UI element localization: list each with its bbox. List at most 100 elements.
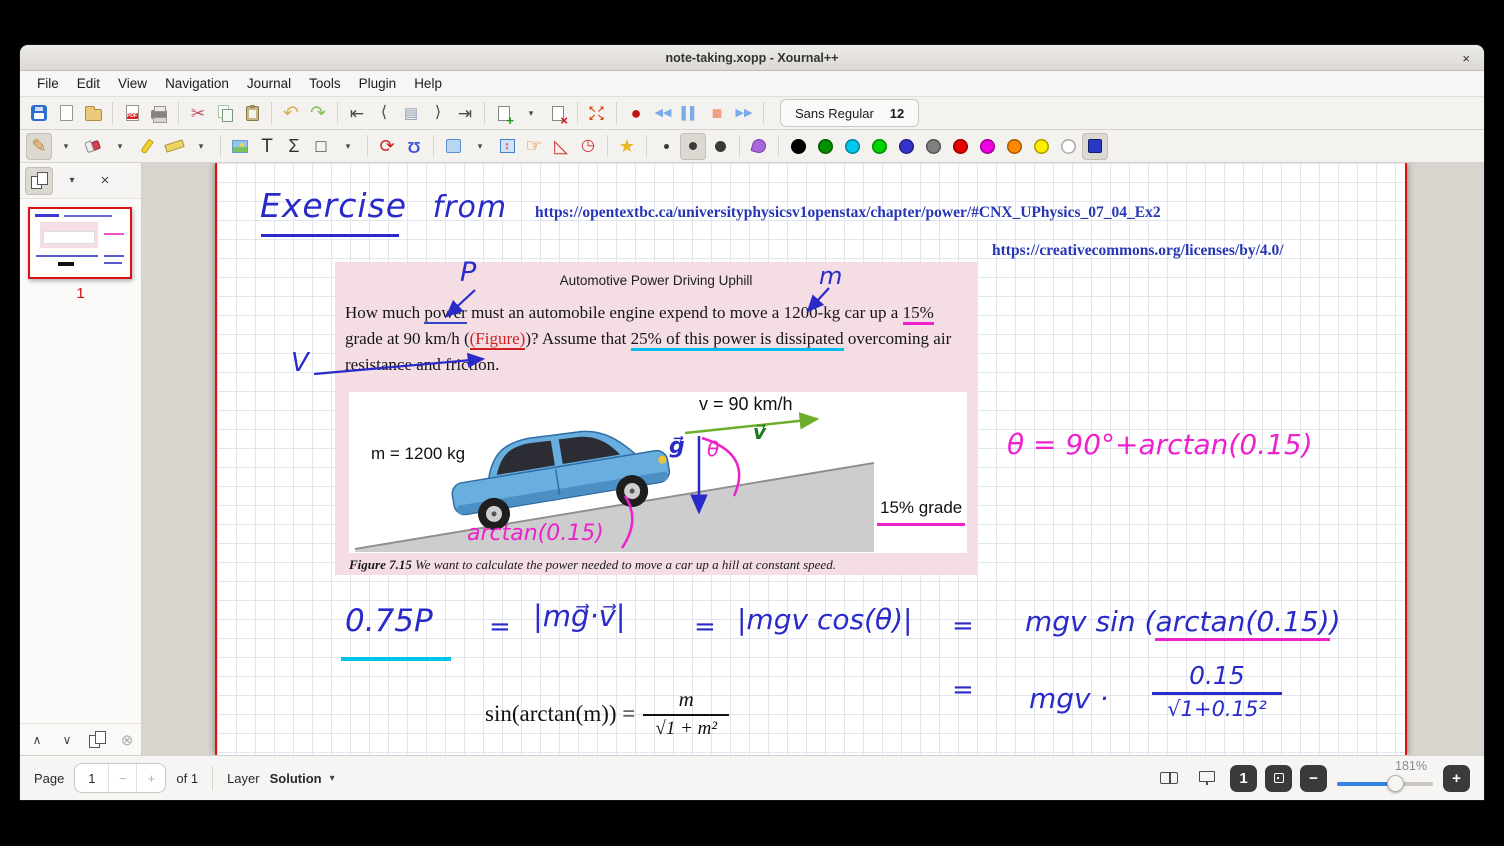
pen-button[interactable]: ✎	[26, 133, 52, 160]
color-yellow-button[interactable]	[1028, 133, 1054, 160]
presentation-mode-button[interactable]	[1192, 763, 1222, 793]
text-tool-button[interactable]: T	[254, 133, 280, 160]
page-increment-button[interactable]: +	[137, 764, 165, 792]
first-page-button[interactable]: ⇤	[344, 100, 370, 127]
previous-annotated-page-button[interactable]: ▤	[398, 100, 424, 127]
color-bright-green-button[interactable]	[866, 133, 892, 160]
sidebar-duplicate-button[interactable]	[83, 726, 111, 754]
vertical-space-button[interactable]	[494, 133, 520, 160]
fullscreen-button[interactable]	[584, 100, 610, 127]
page-number-input[interactable]: 1	[75, 764, 109, 792]
color-light-blue-button[interactable]	[839, 133, 865, 160]
menu-view[interactable]: View	[109, 76, 156, 91]
ruler-button[interactable]	[161, 133, 187, 160]
select-rectangle-button[interactable]	[440, 133, 466, 160]
rewind-button[interactable]: ◀◀	[650, 100, 676, 127]
sidebar-up-button[interactable]: ∧	[23, 726, 51, 754]
paste-button[interactable]	[239, 100, 265, 127]
forward-button[interactable]: ▶▶	[731, 100, 757, 127]
new-page-options-button[interactable]: ▾	[518, 100, 544, 127]
source-url[interactable]: https://opentextbc.ca/universityphysicsv…	[535, 204, 1161, 222]
last-page-button[interactable]: ⇥	[452, 100, 478, 127]
eraser-options-button[interactable]: ▾	[107, 133, 133, 160]
print-button[interactable]	[146, 100, 172, 127]
menu-navigation[interactable]: Navigation	[156, 76, 238, 91]
menu-file[interactable]: File	[28, 76, 68, 91]
menu-edit[interactable]: Edit	[68, 76, 109, 91]
color-black-button[interactable]	[785, 133, 811, 160]
sidebar-pages-tab[interactable]	[25, 167, 53, 195]
zoom-100-button[interactable]: 1	[1230, 765, 1257, 792]
stop-button[interactable]: ■	[704, 100, 730, 127]
menu-tools[interactable]: Tools	[300, 76, 350, 91]
undo-button[interactable]: ↶	[278, 100, 304, 127]
menu-plugin[interactable]: Plugin	[350, 76, 406, 91]
fill-button[interactable]	[746, 133, 772, 160]
color-picker-button[interactable]	[1082, 133, 1108, 160]
grid-snapping-button[interactable]: Ω	[401, 133, 427, 160]
font-selector-button[interactable]: Sans Regular12	[780, 99, 919, 127]
ruler-options-button[interactable]: ▾	[188, 133, 214, 160]
cut-button[interactable]: ✂	[185, 100, 211, 127]
highlighter-button[interactable]	[134, 133, 160, 160]
compass-button[interactable]: ◷	[575, 133, 601, 160]
thickness-thick-button[interactable]	[707, 133, 733, 160]
select-options-button[interactable]: ▾	[467, 133, 493, 160]
document-page[interactable]: Exercise from https://opentextbc.ca/univ…	[215, 163, 1407, 755]
save-button[interactable]	[26, 100, 52, 127]
new-page-after-button[interactable]	[491, 100, 517, 127]
default-tool-button[interactable]: ★	[614, 133, 640, 160]
color-magenta-button[interactable]	[974, 133, 1000, 160]
thickness-medium-icon	[689, 142, 697, 150]
export-pdf-button[interactable]	[119, 100, 145, 127]
pen-options-button[interactable]: ▾	[53, 133, 79, 160]
select-rectangle-icon	[446, 139, 461, 153]
color-green-button[interactable]	[812, 133, 838, 160]
record-audio-button[interactable]: ●	[623, 100, 649, 127]
menu-journal[interactable]: Journal	[238, 76, 300, 91]
redo-button[interactable]: ↷	[305, 100, 331, 127]
tex-tool-button[interactable]: Σ	[281, 133, 307, 160]
color-blue-button[interactable]	[893, 133, 919, 160]
rotation-snapping-button[interactable]: ⟳	[374, 133, 400, 160]
zoom-slider-track[interactable]	[1337, 782, 1433, 786]
next-page-button[interactable]: ⟩	[425, 100, 451, 127]
delete-page-button[interactable]	[545, 100, 571, 127]
color-red-button[interactable]	[947, 133, 973, 160]
zoom-fit-button[interactable]	[1265, 765, 1292, 792]
insert-image-button[interactable]	[227, 133, 253, 160]
zoom-in-button[interactable]: +	[1443, 765, 1470, 792]
zoom-slider-thumb[interactable]	[1387, 775, 1404, 792]
thickness-medium-button[interactable]	[680, 133, 706, 160]
color-gray-button[interactable]	[920, 133, 946, 160]
hand-tool-button[interactable]: ☞	[521, 133, 547, 160]
open-file-button[interactable]	[80, 100, 106, 127]
sidebar-view-dropdown[interactable]: ▾	[58, 167, 86, 195]
license-url[interactable]: https://creativecommons.org/licenses/by/…	[992, 242, 1284, 260]
color-white-button[interactable]	[1055, 133, 1081, 160]
page-decrement-button[interactable]: −	[109, 764, 137, 792]
sidebar-down-button[interactable]: ∨	[53, 726, 81, 754]
layer-value[interactable]: Solution	[270, 771, 322, 786]
shape-options-button[interactable]: ▾	[335, 133, 361, 160]
shape-tool-button[interactable]: □	[308, 133, 334, 160]
setsquare-button[interactable]: ◺	[548, 133, 574, 160]
color-orange-button[interactable]	[1001, 133, 1027, 160]
new-file-button[interactable]	[53, 100, 79, 127]
thickness-fine-button[interactable]	[653, 133, 679, 160]
previous-page-button[interactable]: ⟨	[371, 100, 397, 127]
copy-button[interactable]	[212, 100, 238, 127]
window-close-button[interactable]: ×	[1462, 45, 1470, 71]
page-thumbnail[interactable]	[28, 207, 132, 279]
sidebar-delete-button[interactable]: ⊗	[113, 726, 141, 754]
menu-help[interactable]: Help	[405, 76, 451, 91]
layer-dropdown-chevron-icon[interactable]: ▾	[330, 773, 335, 784]
two-page-view-button[interactable]	[1154, 763, 1184, 793]
zoom-out-button[interactable]: −	[1300, 765, 1327, 792]
figure-link[interactable]: (Figure)	[470, 329, 526, 350]
sidebar-close-button[interactable]: ×	[91, 167, 119, 195]
latex-formula[interactable]: sin(arctan(m)) = m √1 + m²	[485, 687, 729, 740]
eraser-button[interactable]	[80, 133, 106, 160]
canvas-area[interactable]: Exercise from https://opentextbc.ca/univ…	[142, 163, 1484, 755]
pause-button[interactable]: ▌▌	[677, 100, 703, 127]
